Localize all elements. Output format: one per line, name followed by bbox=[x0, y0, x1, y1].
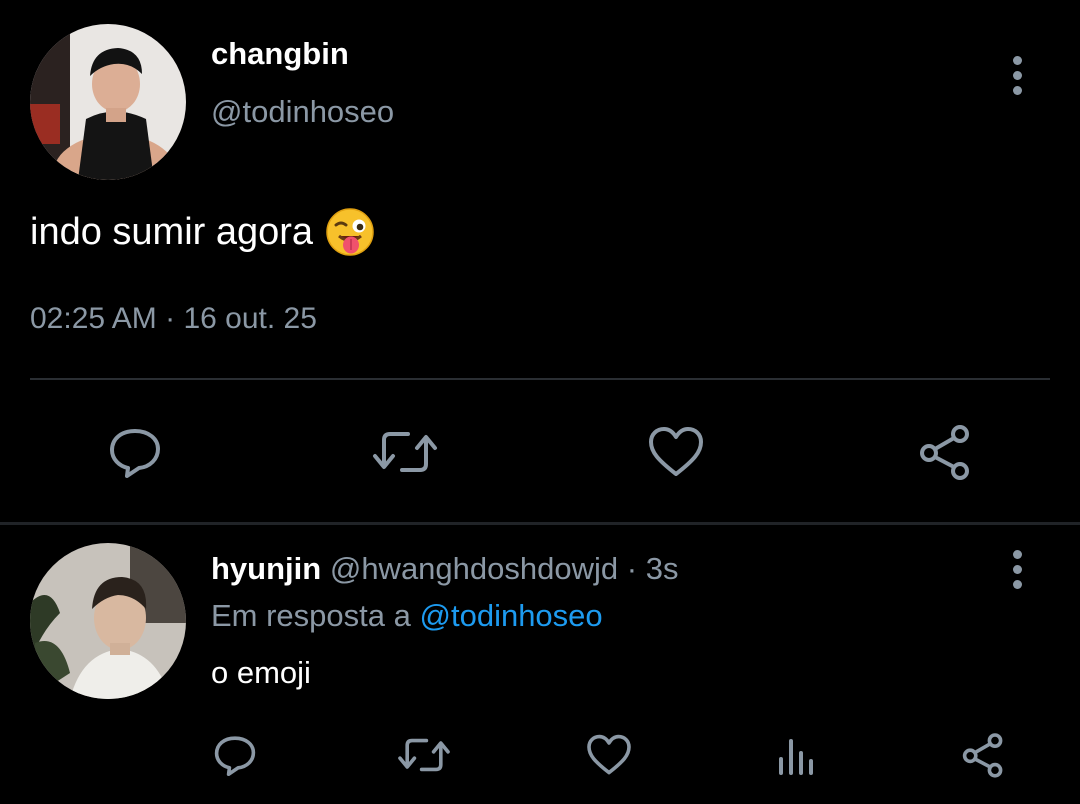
tweet-date: 16 out. 25 bbox=[183, 302, 317, 335]
more-options-button[interactable] bbox=[999, 51, 1035, 99]
share-icon bbox=[962, 733, 1003, 778]
tweet-detail-page: changbin @todinhoseo indo sumir agora 02… bbox=[0, 0, 1080, 804]
reply-text: o emoji bbox=[211, 655, 311, 690]
retweet-icon bbox=[398, 738, 450, 772]
retweet-button[interactable] bbox=[370, 420, 440, 484]
tweet-body: indo sumir agora bbox=[30, 207, 375, 257]
heart-icon bbox=[587, 734, 631, 775]
tweet-timestamp[interactable]: 02:25 AM · 16 out. 25 bbox=[30, 302, 317, 336]
reply-author-name[interactable]: hyunjin bbox=[211, 551, 321, 586]
reply-icon bbox=[110, 429, 160, 478]
author-display-name[interactable]: changbin bbox=[211, 36, 349, 72]
more-dot-icon bbox=[1012, 579, 1022, 589]
retweet-icon bbox=[373, 432, 437, 472]
heart-icon bbox=[649, 427, 703, 476]
winking-face-with-tongue-icon bbox=[326, 208, 374, 256]
reply-age[interactable]: 3s bbox=[646, 551, 679, 586]
more-dot-icon bbox=[1012, 549, 1022, 559]
more-dot-icon bbox=[1012, 55, 1022, 65]
replying-to: Em resposta a @todinhoseo bbox=[211, 598, 603, 634]
more-dot-icon bbox=[1012, 564, 1022, 574]
more-dot-icon bbox=[1012, 70, 1022, 80]
reply-reply-button[interactable] bbox=[210, 730, 260, 780]
tweet-time: 02:25 AM bbox=[30, 302, 157, 335]
replying-to-mention[interactable]: @todinhoseo bbox=[420, 598, 603, 633]
section-divider bbox=[0, 522, 1080, 525]
reply-icon bbox=[214, 736, 256, 776]
replying-to-label: Em resposta a bbox=[211, 598, 411, 633]
reply-button[interactable] bbox=[103, 420, 167, 484]
share-button[interactable] bbox=[914, 420, 976, 484]
author-avatar[interactable] bbox=[30, 24, 186, 180]
divider bbox=[30, 378, 1050, 380]
reply-share-button[interactable] bbox=[958, 730, 1008, 780]
author-handle[interactable]: @todinhoseo bbox=[211, 94, 394, 130]
share-icon bbox=[920, 425, 969, 480]
like-button[interactable] bbox=[644, 420, 708, 484]
reply-header: hyunjin @hwanghdoshdowjd · 3s bbox=[211, 551, 678, 587]
analytics-icon bbox=[779, 739, 813, 775]
reply-retweet-button[interactable] bbox=[396, 730, 452, 780]
reply-like-button[interactable] bbox=[584, 730, 634, 780]
reply-more-options-button[interactable] bbox=[999, 545, 1035, 593]
reply-author-avatar[interactable] bbox=[30, 543, 186, 699]
reply-analytics-button[interactable] bbox=[772, 730, 822, 780]
reply-separator: · bbox=[626, 551, 638, 586]
tweet-text: indo sumir agora bbox=[30, 210, 314, 253]
timestamp-separator: · bbox=[165, 302, 176, 335]
reply-author-handle[interactable]: @hwanghdoshdowjd bbox=[330, 551, 618, 586]
more-dot-icon bbox=[1012, 85, 1022, 95]
